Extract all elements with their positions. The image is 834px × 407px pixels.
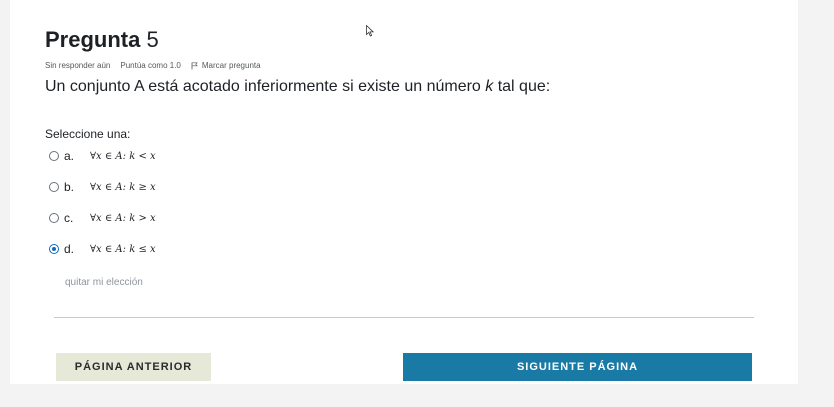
answer-option-c[interactable]: c. ∀x ∈ A: k > x — [49, 209, 156, 227]
answer-option-b[interactable]: b. ∀x ∈ A: k ≥ x — [49, 178, 156, 196]
radio-a[interactable] — [49, 151, 59, 161]
question-number: 5 — [146, 27, 159, 52]
next-page-button[interactable]: SIGUIENTE PÁGINA — [403, 353, 752, 381]
clear-choice-link[interactable]: quitar mi elección — [65, 277, 143, 288]
question-grade: Puntúa como 1.0 — [120, 61, 181, 70]
answer-math-c: ∀x ∈ A: k > x — [90, 212, 156, 224]
radio-c[interactable] — [49, 213, 59, 223]
question-info: Sin responder aún Puntúa como 1.0 Marcar… — [45, 61, 261, 70]
answer-letter-a: a. — [64, 149, 75, 163]
question-heading: Pregunta 5 — [45, 27, 159, 53]
flag-icon — [191, 61, 198, 69]
radio-d[interactable] — [49, 244, 59, 254]
answer-math-a: ∀x ∈ A: k < x — [90, 150, 156, 162]
answer-option-a[interactable]: a. ∀x ∈ A: k < x — [49, 147, 156, 165]
flag-question-link[interactable]: Marcar pregunta — [191, 61, 261, 70]
answer-math-b: ∀x ∈ A: k ≥ x — [90, 181, 156, 193]
answer-letter-b: b. — [64, 180, 75, 194]
question-text: Un conjunto A está acotado inferiormente… — [45, 78, 551, 95]
question-status: Sin responder aún — [45, 61, 111, 70]
answer-letter-d: d. — [64, 242, 75, 256]
mouse-pointer-icon — [366, 25, 374, 37]
previous-page-button[interactable]: PÁGINA ANTERIOR — [56, 353, 211, 381]
question-label: Pregunta — [45, 27, 141, 52]
answer-math-d: ∀x ∈ A: k ≤ x — [90, 243, 156, 255]
flag-question-label: Marcar pregunta — [201, 61, 261, 70]
answer-letter-c: c. — [64, 211, 74, 225]
divider — [54, 317, 754, 318]
radio-b[interactable] — [49, 182, 59, 192]
answer-option-d[interactable]: d. ∀x ∈ A: k ≤ x — [49, 240, 156, 258]
answer-prompt: Seleccione una: — [45, 127, 131, 141]
